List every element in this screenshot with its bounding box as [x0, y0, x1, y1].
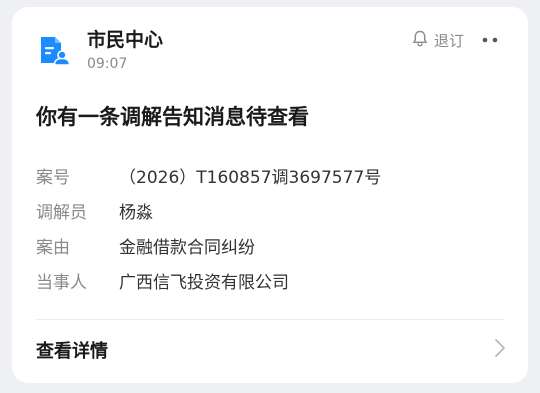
view-details-link[interactable]: 查看详情	[36, 332, 506, 368]
detail-row-party: 当事人 广西信飞投资有限公司	[36, 263, 504, 298]
more-dots-icon[interactable]	[480, 28, 500, 52]
detail-value: （2026）T160857调3697577号	[119, 168, 382, 188]
notification-card[interactable]: 市民中心 09:07 退订 你有一条调解告知消息待查看 案号 （2026）T16…	[12, 7, 528, 383]
unsubscribe-button[interactable]: 退订	[412, 30, 464, 51]
bell-icon	[412, 30, 428, 51]
detail-value: 广西信飞投资有限公司	[119, 273, 289, 293]
detail-row-case-number: 案号 （2026）T160857调3697577号	[36, 158, 504, 193]
chevron-right-icon	[494, 338, 506, 362]
document-user-icon	[38, 35, 71, 67]
detail-label: 案号	[36, 168, 70, 188]
card-header: 市民中心 09:07 退订	[38, 27, 504, 73]
detail-value: 杨淼	[119, 203, 153, 223]
message-details: 案号 （2026）T160857调3697577号 调解员 杨淼 案由 金融借款…	[36, 158, 504, 298]
detail-row-mediator: 调解员 杨淼	[36, 193, 504, 228]
detail-value: 金融借款合同纠纷	[119, 238, 255, 258]
detail-label: 案由	[36, 238, 70, 258]
unsubscribe-label: 退订	[433, 32, 464, 50]
detail-label: 当事人	[36, 273, 87, 293]
detail-label: 调解员	[36, 203, 87, 223]
app-name: 市民中心	[87, 29, 164, 51]
detail-row-cause: 案由 金融借款合同纠纷	[36, 228, 504, 263]
message-title: 你有一条调解告知消息待查看	[36, 105, 309, 129]
view-details-label: 查看详情	[36, 341, 108, 362]
divider	[36, 319, 504, 320]
timestamp: 09:07	[87, 56, 128, 72]
